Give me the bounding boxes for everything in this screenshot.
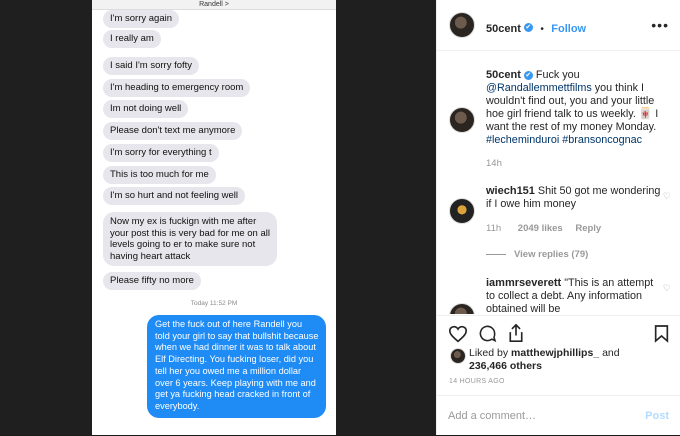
received-message: I'm so hurt and not feeling well	[103, 187, 246, 205]
like-heart-icon[interactable]	[448, 325, 468, 343]
sent-message: Get the fuck out of here Randell you tol…	[147, 315, 326, 418]
header-separator: •	[540, 24, 544, 35]
imessage-screenshot: Randell > I'm sorry again I really am I …	[92, 0, 336, 435]
add-comment-input[interactable]: Add a comment…	[448, 410, 536, 422]
received-message: I really am	[103, 30, 161, 48]
post-header: 50cent ✔ • Follow •••	[437, 0, 680, 51]
post-time[interactable]: 14 HOURS AGO	[449, 378, 505, 385]
received-message: Please don't text me anymore	[103, 122, 243, 140]
author-avatar[interactable]	[449, 12, 475, 38]
caption-time: 14h	[486, 158, 502, 169]
comment: iammrseverett "This is an attempt to col…	[486, 277, 664, 314]
likes-summary: Liked by matthewjphillips_ and 236,466 o…	[469, 347, 620, 373]
post-comment-button[interactable]: Post	[645, 410, 669, 422]
liker-username[interactable]: matthewjphillips_	[511, 347, 599, 359]
caption-mention[interactable]: @Randallemmettfilms	[486, 82, 592, 94]
like-comment-heart-icon[interactable]: ♡	[663, 283, 671, 294]
more-options-icon[interactable]: •••	[651, 17, 669, 33]
likes-suffix: and	[602, 347, 620, 359]
received-message: I'm sorry for everything t	[103, 144, 219, 162]
like-comment-heart-icon[interactable]: ♡	[663, 191, 671, 202]
comment: wiech151 Shit 50 got me wondering if I o…	[486, 185, 664, 211]
received-message: I'm heading to emergency room	[103, 79, 251, 97]
save-bookmark-icon[interactable]	[654, 324, 669, 343]
message-timestamp: Today 11:52 PM	[190, 300, 238, 307]
caption-text: Fuck you	[535, 69, 580, 81]
verified-badge-icon: ✔	[523, 70, 533, 80]
received-message: Please fifty no more	[103, 272, 201, 290]
comments-list[interactable]: 50cent ✔ Fuck you @Randallemmettfilms you…	[437, 51, 680, 314]
verified-badge-icon: ✔	[523, 23, 533, 33]
likes-count[interactable]: 236,466 others	[469, 360, 542, 372]
post-sidebar: 50cent ✔ • Follow ••• 50cent ✔ Fuck you @R…	[436, 0, 680, 435]
author-username[interactable]: 50cent	[486, 23, 521, 35]
conversation-contact: Randell >	[92, 0, 336, 10]
liker-avatar[interactable]	[450, 348, 466, 364]
reply-button[interactable]: Reply	[575, 223, 601, 234]
comment-bubble-icon[interactable]	[478, 324, 497, 343]
caption-avatar[interactable]	[449, 107, 475, 133]
follow-button[interactable]: Follow	[551, 23, 586, 35]
caption-hashtags[interactable]: #lecheminduroi #bransoncognac	[486, 134, 642, 146]
comment-username[interactable]: iammrseverett	[486, 277, 561, 289]
received-message: This is too much for me	[103, 166, 216, 184]
add-comment-bar: Add a comment… Post	[437, 395, 680, 436]
received-message: Im not doing well	[103, 100, 189, 118]
share-icon[interactable]	[507, 323, 525, 343]
received-message: I said I'm sorry fofty	[103, 57, 200, 75]
comment-meta: 11h 2049 likes Reply	[486, 223, 601, 234]
likes-prefix: Liked by	[469, 347, 509, 359]
received-message: I'm sorry again	[103, 10, 180, 28]
commenter-avatar[interactable]	[449, 303, 475, 314]
post-media: Randell > I'm sorry again I really am I …	[0, 0, 436, 435]
caption-username[interactable]: 50cent	[486, 69, 521, 81]
caption: 50cent ✔ Fuck you @Randallemmettfilms you…	[486, 69, 664, 147]
comment-time: 11h	[486, 223, 502, 234]
received-message: Now my ex is fuckign with me after your …	[103, 212, 277, 266]
comment-likes[interactable]: 2049 likes	[518, 223, 563, 234]
commenter-avatar[interactable]	[449, 198, 475, 224]
comment-username[interactable]: wiech151	[486, 185, 535, 197]
view-replies[interactable]: View replies (79)	[486, 249, 588, 260]
